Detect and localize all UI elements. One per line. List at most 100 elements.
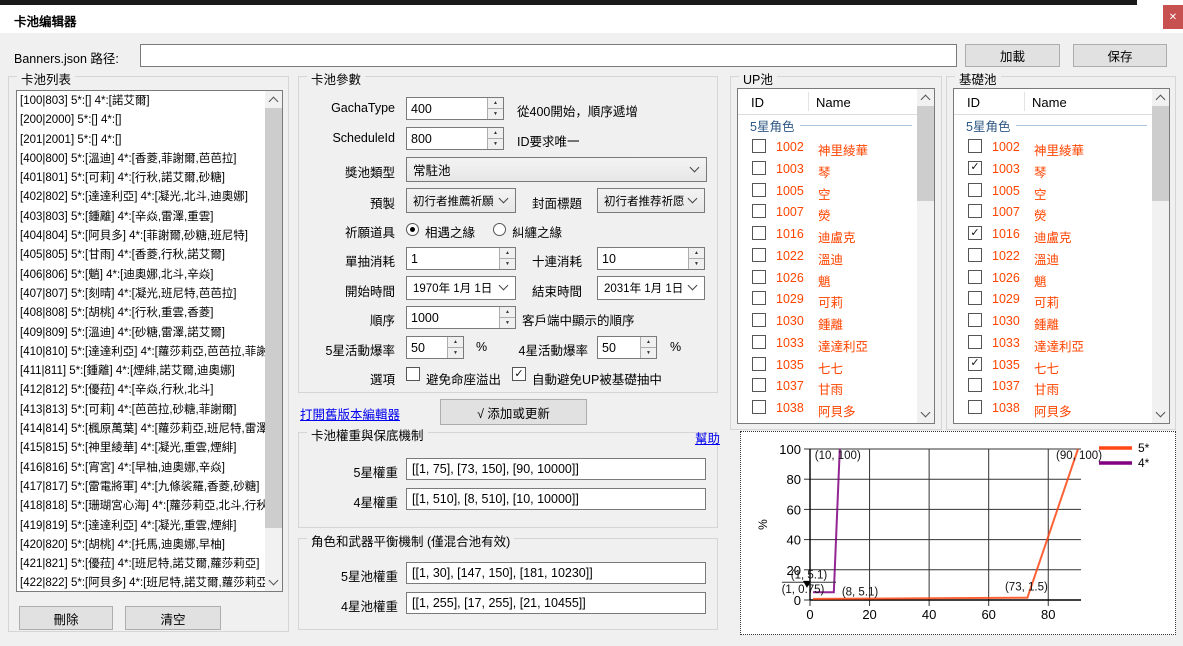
- end-time-picker[interactable]: 2031年 1月 1日: [597, 276, 705, 300]
- table-row[interactable]: 1026魈: [954, 267, 1152, 289]
- start-time-picker[interactable]: 1970年 1月 1日: [406, 276, 516, 300]
- table-row[interactable]: 1035七七: [738, 354, 917, 376]
- list-item[interactable]: [412|812] 5*:[優菈] 4*:[辛焱,行秋,北斗]: [17, 381, 265, 400]
- clear-button[interactable]: 清空: [125, 606, 221, 630]
- delete-button[interactable]: 刪除: [19, 606, 113, 630]
- list-item[interactable]: [408|808] 5*:[胡桃] 4*:[行秋,重雲,香菱]: [17, 304, 265, 323]
- table-row[interactable]: 1005空: [954, 180, 1152, 202]
- spinner-buttons[interactable]: ▲▼: [499, 248, 515, 269]
- table-row[interactable]: 1003琴: [738, 158, 917, 180]
- avoid-constellation-checkbox[interactable]: [406, 367, 420, 381]
- spinner-buttons[interactable]: ▲▼: [487, 98, 503, 119]
- list-item[interactable]: [414|814] 5*:[楓原萬葉] 4*:[蘿莎莉亞,班尼特,雷澤]: [17, 420, 265, 439]
- table-row[interactable]: 1002神里綾華: [738, 136, 917, 158]
- list-item[interactable]: [418|818] 5*:[珊瑚宮心海] 4*:[蘿莎莉亞,北斗,行秋]: [17, 497, 265, 516]
- row-checkbox[interactable]: [968, 400, 982, 414]
- base-pool-table[interactable]: ID Name 5星角色 1002神里綾華✓1003琴1005空1007熒✓10…: [953, 88, 1170, 424]
- list-item[interactable]: [404|804] 5*:[阿貝多] 4*:[菲謝爾,砂糖,班尼特]: [17, 227, 265, 246]
- base-pool-scrollbar[interactable]: [1152, 89, 1169, 423]
- table-row[interactable]: 1026魈: [738, 267, 917, 289]
- pool-weight5-input[interactable]: [[1, 30], [147, 150], [181, 10230]]: [406, 562, 706, 584]
- row-checkbox[interactable]: [752, 291, 766, 305]
- table-row[interactable]: 1005空: [738, 180, 917, 202]
- row-checkbox[interactable]: ✓: [968, 161, 982, 175]
- scroll-up-icon[interactable]: [265, 91, 282, 108]
- row-checkbox[interactable]: [968, 313, 982, 327]
- list-item[interactable]: [421|821] 5*:[優菈] 4*:[班尼特,諾艾爾,蘿莎莉亞]: [17, 555, 265, 574]
- row-checkbox[interactable]: [968, 291, 982, 305]
- close-button[interactable]: ✕: [1163, 5, 1183, 29]
- avoid-up-label[interactable]: 自動避免UP被基礎抽中: [532, 369, 662, 388]
- row-checkbox[interactable]: ✓: [968, 357, 982, 371]
- table-row[interactable]: 1038阿貝多: [954, 397, 1152, 419]
- scroll-down-icon[interactable]: [917, 406, 934, 423]
- row-checkbox[interactable]: [968, 270, 982, 284]
- row-checkbox[interactable]: [968, 335, 982, 349]
- pool-type-select[interactable]: 常駐池: [406, 157, 707, 182]
- table-row[interactable]: 1016迪盧克: [738, 223, 917, 245]
- table-row[interactable]: 1037甘雨: [954, 375, 1152, 397]
- scroll-down-icon[interactable]: [265, 574, 282, 591]
- ten-cost-input[interactable]: 10 ▲▼: [597, 247, 705, 270]
- weight4-input[interactable]: [[1, 510], [8, 510], [10, 10000]]: [406, 488, 706, 510]
- table-row[interactable]: 1007熒: [738, 201, 917, 223]
- table-row[interactable]: 1030鍾離: [738, 310, 917, 332]
- scroll-up-icon[interactable]: [1152, 89, 1169, 106]
- list-item[interactable]: [413|813] 5*:[可莉] 4*:[芭芭拉,砂糖,菲謝爾]: [17, 401, 265, 420]
- row-checkbox[interactable]: [752, 400, 766, 414]
- table-row[interactable]: 1038阿貝多: [738, 397, 917, 419]
- row-checkbox[interactable]: [752, 226, 766, 240]
- row-checkbox[interactable]: ✓: [968, 226, 982, 240]
- radio-acquaint-fate[interactable]: [406, 223, 419, 236]
- list-item[interactable]: [402|802] 5*:[達達利亞] 4*:[凝光,北斗,迪奧娜]: [17, 188, 265, 207]
- table-row[interactable]: 1007熒: [954, 201, 1152, 223]
- table-row[interactable]: ✓1016迪盧克: [954, 223, 1152, 245]
- list-item[interactable]: [200|2000] 5*:[] 4*:[]: [17, 111, 265, 130]
- single-cost-input[interactable]: 1 ▲▼: [406, 247, 516, 270]
- spinner-buttons[interactable]: ▲▼: [447, 337, 463, 358]
- row-checkbox[interactable]: [752, 248, 766, 262]
- table-row[interactable]: 1030鍾離: [954, 310, 1152, 332]
- list-item[interactable]: [422|822] 5*:[阿貝多] 4*:[班尼特,諾艾爾,蘿莎莉亞]: [17, 574, 265, 591]
- list-item[interactable]: [400|800] 5*:[溫迪] 4*:[香菱,菲謝爾,芭芭拉]: [17, 150, 265, 169]
- list-item[interactable]: [419|819] 5*:[達達利亞] 4*:[凝光,重雲,煙緋]: [17, 517, 265, 536]
- prefab-select[interactable]: 初行者推薦祈願: [406, 188, 516, 213]
- table-row[interactable]: 1022溫迪: [738, 245, 917, 267]
- spinner-buttons[interactable]: ▲▼: [640, 337, 656, 358]
- scrollbar-thumb[interactable]: [1152, 106, 1169, 201]
- scroll-up-icon[interactable]: [917, 89, 934, 106]
- table-row[interactable]: 1002神里綾華: [954, 136, 1152, 158]
- row-checkbox[interactable]: [752, 204, 766, 218]
- table-row[interactable]: ✓1035七七: [954, 354, 1152, 376]
- pool-listbox[interactable]: [100|803] 5*:[] 4*:[諾艾爾][200|2000] 5*:[]…: [16, 90, 283, 592]
- radio-acquaint-fate-label[interactable]: 相遇之緣: [425, 222, 475, 241]
- avoid-constellation-label[interactable]: 避免命座溢出: [426, 369, 501, 388]
- avoid-up-checkbox[interactable]: ✓: [512, 367, 526, 381]
- order-input[interactable]: 1000 ▲▼: [406, 306, 516, 329]
- list-item[interactable]: [407|807] 5*:[刻晴] 4*:[凝光,班尼特,芭芭拉]: [17, 285, 265, 304]
- row-checkbox[interactable]: [752, 357, 766, 371]
- list-item[interactable]: [420|820] 5*:[胡桃] 4*:[托馬,迪奧娜,早柚]: [17, 536, 265, 555]
- list-item[interactable]: [416|816] 5*:[宵宮] 4*:[早柚,迪奧娜,辛焱]: [17, 459, 265, 478]
- rate4-input[interactable]: 50 ▲▼: [597, 336, 657, 359]
- add-or-update-button[interactable]: √ 添加或更新: [440, 399, 587, 425]
- table-row[interactable]: 1037甘雨: [738, 375, 917, 397]
- save-button[interactable]: 保存: [1073, 44, 1167, 67]
- rate5-input[interactable]: 50 ▲▼: [406, 336, 464, 359]
- row-checkbox[interactable]: [752, 335, 766, 349]
- list-item[interactable]: [405|805] 5*:[甘雨] 4*:[香菱,行秋,諾艾爾]: [17, 246, 265, 265]
- spinner-buttons[interactable]: ▲▼: [688, 248, 704, 269]
- list-item[interactable]: [409|809] 5*:[溫迪] 4*:[砂糖,雷澤,諾艾爾]: [17, 324, 265, 343]
- scrollbar-thumb[interactable]: [917, 106, 934, 201]
- scrollbar-thumb[interactable]: [265, 108, 282, 528]
- list-item[interactable]: [411|811] 5*:[鍾離] 4*:[煙緋,諾艾爾,迪奧娜]: [17, 362, 265, 381]
- weight5-input[interactable]: [[1, 75], [73, 150], [90, 10000]]: [406, 458, 706, 480]
- spinner-buttons[interactable]: ▲▼: [499, 307, 515, 328]
- radio-intertwined-fate[interactable]: [493, 223, 506, 236]
- list-item[interactable]: [415|815] 5*:[神里綾華] 4*:[凝光,重雲,煙緋]: [17, 439, 265, 458]
- legacy-editor-link[interactable]: 打開舊版本編輯器: [300, 404, 400, 423]
- row-checkbox[interactable]: [752, 161, 766, 175]
- row-checkbox[interactable]: [752, 139, 766, 153]
- spinner-buttons[interactable]: ▲▼: [487, 128, 503, 149]
- table-row[interactable]: 1033達達利亞: [954, 332, 1152, 354]
